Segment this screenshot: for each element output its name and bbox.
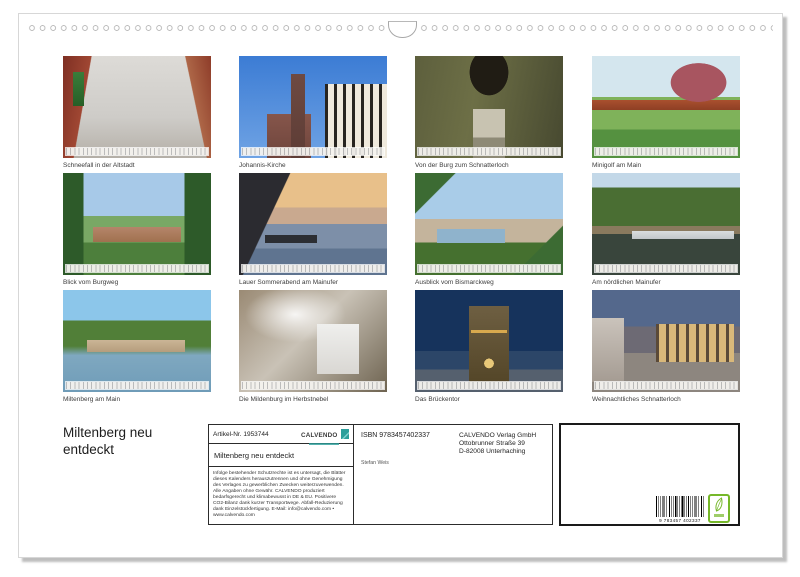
- thumbnail: Von der Burg zum Schnatterloch: [415, 56, 563, 170]
- isbn: ISBN 9783457402337: [361, 432, 430, 439]
- thumbnail-photo: [239, 56, 387, 158]
- eco-leaf-badge: [708, 494, 730, 523]
- thumbnail: Johannis-Kirche: [239, 56, 387, 170]
- thumbnail-caption: Das Brückentor: [415, 396, 563, 403]
- calvendo-wordmark: CALVENDO: [301, 432, 337, 439]
- thumbnail-photo: [592, 173, 740, 275]
- page-title: Miltenberg neu entdeckt: [63, 425, 193, 459]
- product-info-box: Artikel-Nr. 1953744 CALVENDO Miltenberg …: [208, 424, 354, 525]
- thumbnail-photo: [592, 56, 740, 158]
- thumbnail-photo: [415, 56, 563, 158]
- thumbnail: Am nördlichen Mainufer: [592, 173, 740, 287]
- leaf-icon: [712, 497, 726, 514]
- calvendo-icon: [341, 429, 349, 439]
- ean-barcode: 9 783457 402337: [656, 496, 704, 524]
- publisher-info-box: ISBN 9783457402337 CALVENDO Verlag GmbH …: [353, 424, 553, 525]
- article-number: Artikel-Nr. 1953744: [213, 431, 269, 438]
- author-name: Stefan Weis: [361, 460, 389, 466]
- eco-badge-text-bar: [714, 514, 724, 517]
- thumbnail-caption: Johannis-Kirche: [239, 162, 387, 169]
- thumbnail: Das Brückentor: [415, 290, 563, 404]
- thumbnail: Lauer Sommerabend am Mainufer: [239, 173, 387, 287]
- thumbnail-caption: Minigolf am Main: [592, 162, 740, 169]
- publisher-address: CALVENDO Verlag GmbH Ottobrunner Straße …: [459, 432, 536, 457]
- thumbnail-photo: [63, 56, 211, 158]
- thumbnail: Blick vom Burgweg: [63, 173, 211, 287]
- thumbnail-caption: Ausblick vom Bismarckweg: [415, 279, 563, 286]
- thumbnail: Schneefall in der Altstadt: [63, 56, 211, 170]
- calvendo-logo: CALVENDO: [301, 424, 349, 445]
- barcode-box: 9 783457 402337: [559, 423, 740, 526]
- thumbnail: Ausblick vom Bismarckweg: [415, 173, 563, 287]
- calendar-title: Miltenberg neu entdeckt: [209, 444, 353, 467]
- thumbnail-caption: Schneefall in der Altstadt: [63, 162, 211, 169]
- thumbnail: Weihnachtliches Schnatterloch: [592, 290, 740, 404]
- thumbnail-caption: Miltenberg am Main: [63, 396, 211, 403]
- thumbnail-photo: [239, 173, 387, 275]
- thumbnail-caption: Am nördlichen Mainufer: [592, 279, 740, 286]
- thumbnail-photo: [415, 173, 563, 275]
- thumbnail-caption: Blick vom Burgweg: [63, 279, 211, 286]
- calvendo-tagline-bar: [309, 443, 339, 445]
- publisher-street: Ottobrunner Straße 39: [459, 440, 536, 448]
- thumbnail-photo: [63, 290, 211, 392]
- barcode-bars-icon: [656, 496, 704, 517]
- calendar-sheet: Schneefall in der Altstadt Johannis-Kirc…: [18, 13, 783, 558]
- thumbnail-caption: Lauer Sommerabend am Mainufer: [239, 279, 387, 286]
- thumbnail: Miltenberg am Main: [63, 290, 211, 404]
- thumbnail-photo: [592, 290, 740, 392]
- thumbnail-caption: Von der Burg zum Schnatterloch: [415, 162, 563, 169]
- calendar-back-page: Schneefall in der Altstadt Johannis-Kirc…: [0, 0, 800, 577]
- barcode-digits: 9 783457 402337: [656, 518, 704, 523]
- thumbnail-caption: Weihnachtliches Schnatterloch: [592, 396, 740, 403]
- thumbnail-photo: [239, 290, 387, 392]
- publisher-city: D-82008 Unterhaching: [459, 448, 536, 456]
- thumbnail: Die Mildenburg im Herbstnebel: [239, 290, 387, 404]
- thumbnail: Minigolf am Main: [592, 56, 740, 170]
- thumbnail-caption: Die Mildenburg im Herbstnebel: [239, 396, 387, 403]
- publisher-name: CALVENDO Verlag GmbH: [459, 432, 536, 440]
- thumbnail-photo: [415, 290, 563, 392]
- legal-text: Infolge bestehender Schutzrechte ist es …: [209, 467, 353, 519]
- hanger-cutout: [388, 21, 417, 38]
- thumbnail-photo: [63, 173, 211, 275]
